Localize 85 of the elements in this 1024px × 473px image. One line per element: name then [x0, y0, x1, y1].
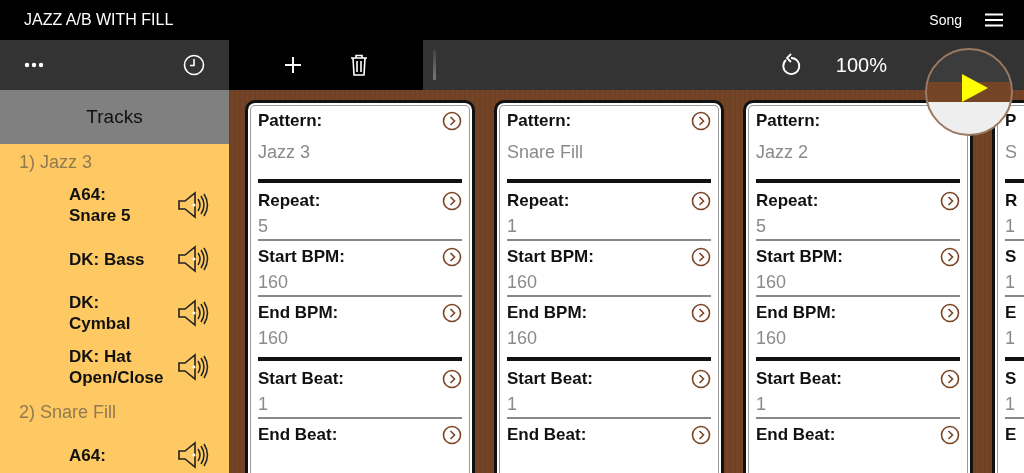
- chevron-circle-icon[interactable]: [940, 369, 960, 389]
- chevron-circle-icon[interactable]: [442, 191, 462, 211]
- chevron-circle-icon[interactable]: [442, 111, 462, 131]
- field-label: Start BPM:: [258, 247, 345, 267]
- field-value: 1: [258, 393, 269, 416]
- field-value: 160: [756, 327, 788, 350]
- field-value: 1: [1005, 271, 1016, 294]
- field-label: S: [1005, 247, 1017, 267]
- field-value: 160: [258, 327, 290, 350]
- field-label: End BPM:: [756, 303, 837, 323]
- zoom-level: 100%: [835, 53, 887, 77]
- field-label: End Beat:: [756, 425, 836, 445]
- reset-icon[interactable]: [779, 53, 802, 77]
- field-label: End BPM:: [507, 303, 588, 323]
- menu-icon[interactable]: [984, 13, 1004, 27]
- field-label: P: [1005, 111, 1017, 131]
- track-name[interactable]: DK: Bass: [69, 248, 177, 270]
- chevron-circle-icon[interactable]: [691, 425, 711, 445]
- field-value: 1: [507, 393, 518, 416]
- field-label: Pattern:: [258, 111, 323, 131]
- chevron-circle-icon[interactable]: [940, 247, 960, 267]
- field-label: Repeat:: [258, 191, 321, 211]
- chevron-circle-icon[interactable]: [442, 425, 462, 445]
- track-name[interactable]: DK: Hat Open/Close: [69, 346, 177, 388]
- track-group-label: 1) Jazz 3: [18, 151, 94, 174]
- field-label: E: [1005, 425, 1017, 445]
- field-value: 5: [258, 215, 269, 238]
- speaker-icon[interactable]: [177, 352, 211, 382]
- speaker-icon[interactable]: [177, 190, 211, 220]
- chevron-circle-icon[interactable]: [940, 425, 960, 445]
- field-label: End BPM:: [258, 303, 339, 323]
- add-icon[interactable]: [284, 56, 302, 74]
- field-label: R: [1005, 191, 1018, 211]
- track-name[interactable]: A64:: [69, 444, 177, 466]
- more-icon[interactable]: [24, 62, 44, 68]
- chevron-circle-icon[interactable]: [691, 247, 711, 267]
- chevron-circle-icon[interactable]: [940, 303, 960, 323]
- chevron-circle-icon[interactable]: [442, 247, 462, 267]
- field-label: Start BPM:: [507, 247, 594, 267]
- field-label: Start Beat:: [756, 369, 842, 389]
- field-label: End Beat:: [507, 425, 587, 445]
- field-value: 1: [1005, 215, 1016, 238]
- field-value: 160: [258, 271, 290, 294]
- field-label: Pattern:: [756, 111, 821, 131]
- speaker-icon[interactable]: [177, 244, 211, 274]
- field-value: 1: [1005, 327, 1016, 350]
- chevron-circle-icon[interactable]: [940, 191, 960, 211]
- clock-icon[interactable]: [183, 54, 205, 76]
- field-label: Start Beat:: [507, 369, 593, 389]
- field-value: Jazz 3: [258, 141, 312, 164]
- chevron-circle-icon[interactable]: [442, 369, 462, 389]
- field-label: End Beat:: [258, 425, 338, 445]
- field-value: 1: [507, 215, 518, 238]
- track-name[interactable]: DK: Cymbal: [69, 292, 177, 334]
- field-value: Snare Fill: [507, 141, 585, 164]
- field-label: Start Beat:: [258, 369, 344, 389]
- field-label: Repeat:: [507, 191, 570, 211]
- field-label: Start BPM:: [756, 247, 843, 267]
- slider-handle[interactable]: [433, 50, 436, 80]
- tracks-header: Tracks: [0, 90, 229, 144]
- field-label: S: [1005, 369, 1017, 389]
- field-value: 1: [756, 393, 767, 416]
- chevron-circle-icon[interactable]: [691, 369, 711, 389]
- play-icon: [961, 73, 989, 103]
- field-label: Repeat:: [756, 191, 819, 211]
- field-value: 1: [1005, 393, 1016, 416]
- field-label: Pattern:: [507, 111, 572, 131]
- field-value: 160: [507, 271, 539, 294]
- trash-icon[interactable]: [350, 54, 368, 76]
- field-value: Jazz 2: [756, 141, 810, 164]
- speaker-icon[interactable]: [177, 298, 211, 328]
- mode-label[interactable]: Song: [929, 12, 962, 28]
- chevron-circle-icon[interactable]: [691, 191, 711, 211]
- speaker-icon[interactable]: [177, 440, 211, 470]
- track-group-label: 2) Snare Fill: [18, 401, 118, 424]
- chevron-circle-icon[interactable]: [691, 303, 711, 323]
- track-name[interactable]: A64: Snare 5: [69, 184, 177, 226]
- chevron-circle-icon[interactable]: [442, 303, 462, 323]
- field-value: S: [1005, 141, 1018, 164]
- field-label: E: [1005, 303, 1017, 323]
- field-value: 160: [507, 327, 539, 350]
- field-value: 5: [756, 215, 767, 238]
- window-title: JAZZ A/B WITH FILL: [24, 11, 175, 29]
- field-value: 160: [756, 271, 788, 294]
- chevron-circle-icon[interactable]: [691, 111, 711, 131]
